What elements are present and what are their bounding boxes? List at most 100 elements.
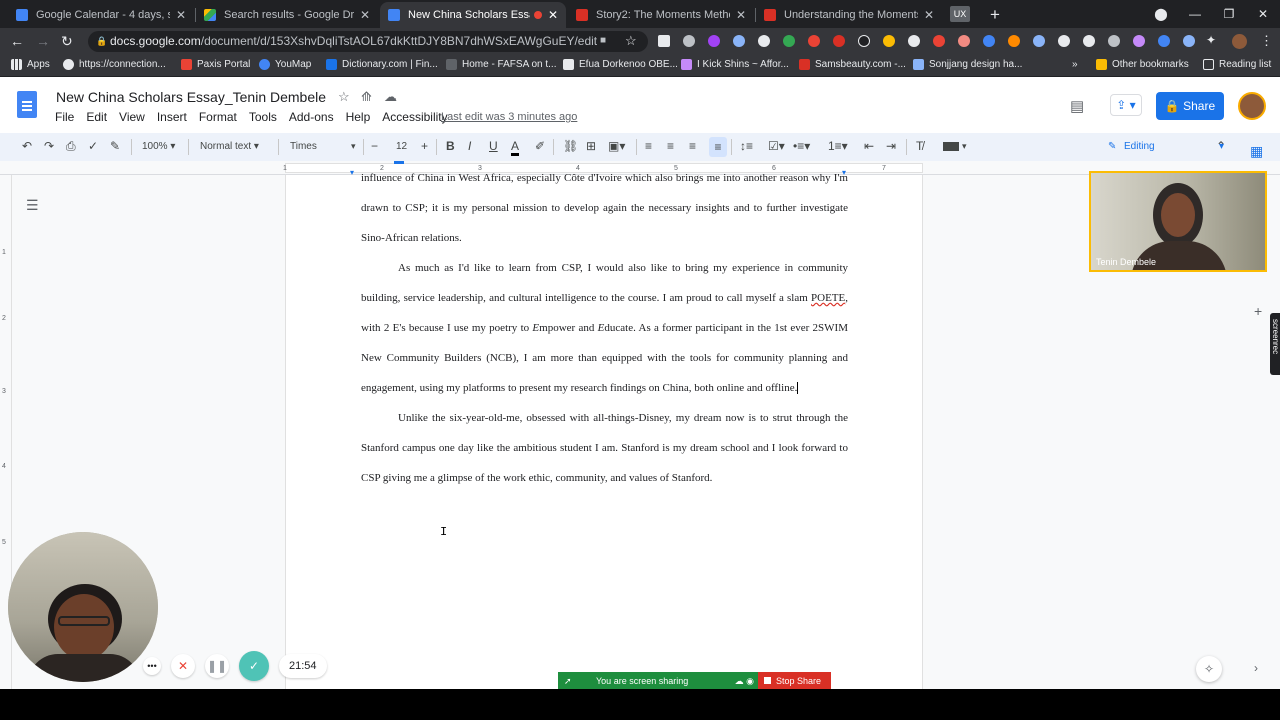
- document-body[interactable]: influence of China in West Africa, espec…: [361, 163, 848, 493]
- checklist-icon[interactable]: ☑▾: [768, 139, 785, 153]
- close-window-icon[interactable]: ✕: [1246, 7, 1280, 21]
- finish-recording-check-icon[interactable]: ✓: [239, 651, 269, 681]
- clear-formatting-icon[interactable]: T̸: [916, 139, 923, 153]
- menu-help[interactable]: Help: [346, 110, 371, 124]
- tab-docs-active[interactable]: New China Scholars Essay_Te ✕: [380, 2, 566, 28]
- extension-icon[interactable]: [933, 35, 945, 47]
- insert-image-icon[interactable]: ▣▾: [608, 139, 625, 153]
- other-bookmarks[interactable]: Other bookmarks: [1096, 59, 1189, 70]
- redo-icon[interactable]: ↷: [44, 139, 54, 153]
- profile-avatar-icon[interactable]: [1232, 34, 1247, 49]
- close-tab-icon[interactable]: ✕: [736, 8, 746, 22]
- print-icon[interactable]: ⎙: [66, 139, 76, 154]
- extension-icon[interactable]: [1008, 35, 1020, 47]
- move-folder-icon[interactable]: ⟰: [361, 89, 372, 105]
- decrease-font-size-icon[interactable]: −: [371, 139, 378, 153]
- bookmark-item[interactable]: Sonjjang design ha...: [913, 59, 1022, 70]
- cloud-status-icon[interactable]: ☁: [384, 89, 397, 105]
- menu-add-ons[interactable]: Add-ons: [289, 110, 334, 124]
- close-tab-icon[interactable]: ✕: [360, 8, 370, 22]
- extension-icon[interactable]: [1058, 35, 1070, 47]
- calendar-sidepanel-icon[interactable]: ▦: [1250, 143, 1270, 163]
- cancel-recording-icon[interactable]: ✕: [171, 654, 195, 678]
- font-size-field[interactable]: 12: [396, 141, 407, 152]
- bold-icon[interactable]: B: [446, 139, 455, 153]
- bookmark-star-icon[interactable]: ☆: [625, 33, 637, 49]
- misspelled-word[interactable]: POETE: [811, 292, 845, 304]
- link-icon[interactable]: ⛓: [563, 139, 578, 153]
- extension-icon[interactable]: [1083, 35, 1095, 47]
- bulleted-list-icon[interactable]: •≡▾: [793, 139, 810, 153]
- menu-view[interactable]: View: [119, 110, 145, 124]
- menu-format[interactable]: Format: [199, 110, 237, 124]
- stop-share-button[interactable]: Stop Share: [758, 672, 831, 690]
- align-center-icon[interactable]: ≡: [667, 139, 674, 153]
- close-tab-icon[interactable]: ✕: [548, 8, 558, 22]
- bookmark-item[interactable]: YouMap: [259, 59, 311, 70]
- decrease-indent-icon[interactable]: ⇤: [864, 139, 874, 153]
- menu-edit[interactable]: Edit: [86, 110, 107, 124]
- text-color-icon[interactable]: A: [511, 139, 520, 156]
- input-tools-dropdown-icon[interactable]: ▾: [962, 141, 967, 152]
- participant-video-tile[interactable]: Tenin Dembele: [1089, 171, 1267, 272]
- menu-tools[interactable]: Tools: [249, 110, 277, 124]
- present-button[interactable]: ⇪ ▾: [1110, 94, 1142, 116]
- pause-icon[interactable]: ❚❚: [205, 654, 229, 678]
- extension-icon[interactable]: [1183, 35, 1195, 47]
- tab-group-ux[interactable]: UX: [950, 6, 970, 22]
- menu-accessibility[interactable]: Accessibility: [382, 110, 447, 124]
- camera-icon[interactable]: ■: [600, 35, 606, 46]
- reload-icon[interactable]: ↻: [61, 33, 73, 50]
- paragraph-style-select[interactable]: Normal text ▾: [200, 141, 259, 152]
- document-page[interactable]: influence of China in West Africa, espec…: [285, 172, 923, 689]
- extension-icon[interactable]: [808, 35, 820, 47]
- align-right-icon[interactable]: ≡: [689, 139, 696, 153]
- increase-indent-icon[interactable]: ⇥: [886, 139, 896, 153]
- extension-icon[interactable]: [883, 35, 895, 47]
- reading-list[interactable]: Reading list: [1203, 59, 1271, 70]
- italic-icon[interactable]: I: [468, 139, 471, 153]
- line-spacing-icon[interactable]: ↕≡: [740, 139, 753, 153]
- justify-icon[interactable]: ≡: [709, 137, 727, 157]
- bookmark-item[interactable]: Home - FAFSA on t...: [446, 59, 556, 70]
- bookmark-item[interactable]: Dictionary.com | Fin...: [326, 59, 438, 70]
- back-arrow-icon[interactable]: ←: [10, 33, 24, 49]
- tab-google-calendar[interactable]: Google Calendar - 4 days, startin ✕: [8, 2, 194, 28]
- extension-icon[interactable]: [908, 35, 920, 47]
- underline-icon[interactable]: U: [489, 139, 498, 153]
- font-select[interactable]: Times: [290, 141, 317, 152]
- tab-story2[interactable]: Story2: The Moments Method ✕: [568, 2, 754, 28]
- paint-format-icon[interactable]: ✎: [110, 139, 120, 153]
- more-options-icon[interactable]: •••: [143, 657, 161, 675]
- extension-icon[interactable]: [783, 35, 795, 47]
- comment-history-icon[interactable]: ▤: [1070, 97, 1084, 115]
- bookmark-item[interactable]: Efua Dorkenoo OBE...: [563, 59, 678, 70]
- menu-file[interactable]: File: [55, 110, 74, 124]
- bookmark-apps[interactable]: Apps: [11, 59, 50, 70]
- input-tools-keyboard-icon[interactable]: [943, 142, 959, 151]
- extension-icon[interactable]: [1133, 35, 1145, 47]
- extension-icon[interactable]: [683, 35, 695, 47]
- zoom-select[interactable]: 100% ▾: [142, 141, 175, 152]
- profile-dropdown-icon[interactable]: ⬤: [1144, 7, 1178, 21]
- explore-button[interactable]: ✧: [1196, 656, 1222, 682]
- document-title[interactable]: New China Scholars Essay_Tenin Dembele: [56, 89, 326, 105]
- docs-logo-icon[interactable]: [17, 91, 37, 118]
- close-tab-icon[interactable]: ✕: [176, 8, 186, 22]
- add-sidepanel-icon[interactable]: +: [1254, 303, 1262, 319]
- extension-icon[interactable]: [658, 35, 670, 47]
- menu-insert[interactable]: Insert: [157, 110, 187, 124]
- font-dropdown-chevron-icon[interactable]: ▾: [351, 141, 356, 152]
- restore-window-icon[interactable]: ❐: [1212, 7, 1246, 21]
- extension-icon[interactable]: [858, 35, 870, 47]
- share-button[interactable]: 🔒 Share: [1156, 92, 1224, 120]
- add-comment-icon[interactable]: ⊞: [586, 139, 596, 153]
- screenrec-tab[interactable]: screenrec: [1270, 313, 1280, 375]
- extension-icon[interactable]: [1108, 35, 1120, 47]
- document-outline-icon[interactable]: ☰: [26, 197, 39, 214]
- align-left-icon[interactable]: ≡: [645, 139, 652, 153]
- new-tab-plus-icon[interactable]: +: [990, 5, 1000, 25]
- extension-icon[interactable]: [833, 35, 845, 47]
- bookmarks-overflow-chevron-icon[interactable]: »: [1072, 59, 1078, 70]
- numbered-list-icon[interactable]: 1≡▾: [828, 139, 848, 153]
